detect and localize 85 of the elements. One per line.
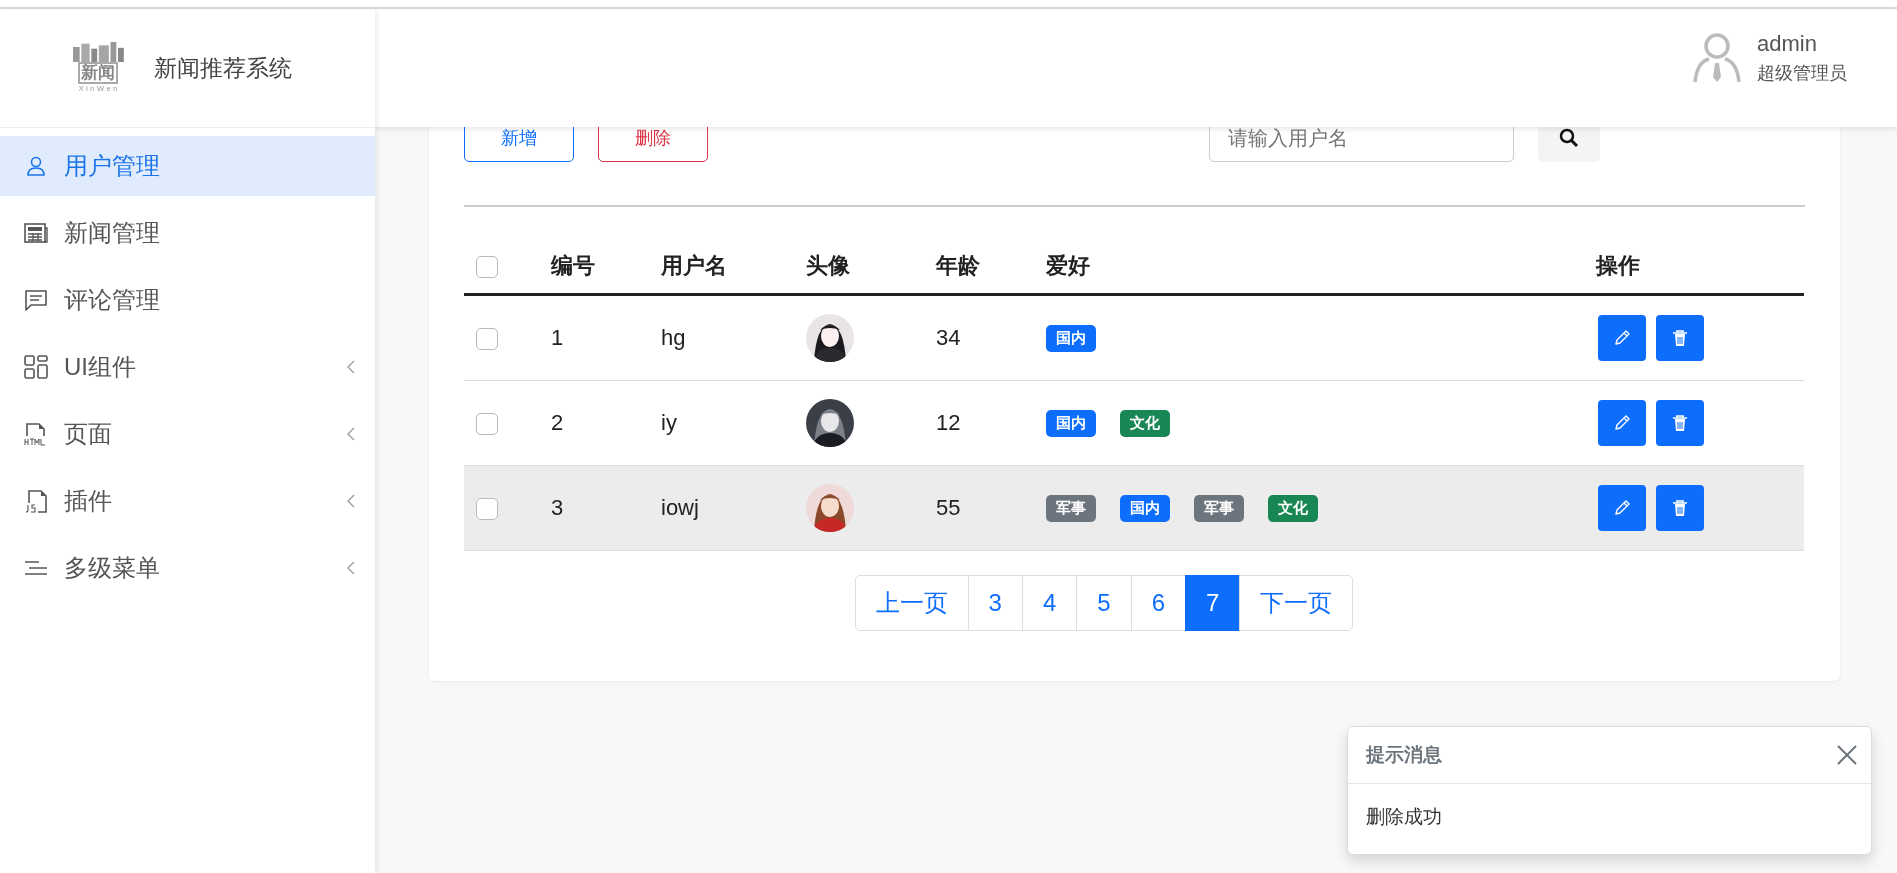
- edit-button[interactable]: [1598, 400, 1646, 446]
- toast-message: 删除成功: [1365, 805, 1443, 829]
- app-title: 新闻推荐系统: [154, 53, 292, 83]
- sidebar-item-label: 用户管理: [64, 151, 161, 181]
- close-button[interactable]: [1837, 745, 1857, 765]
- sidebar-item[interactable]: 多级菜单: [0, 538, 375, 598]
- search-icon: [1559, 128, 1579, 148]
- tag: 国内: [1046, 409, 1096, 437]
- checkbox[interactable]: [476, 498, 498, 521]
- page-link[interactable]: 5: [1076, 575, 1132, 631]
- sidebar-item-label: UI组件: [64, 352, 137, 382]
- column-header: 头像: [806, 253, 850, 278]
- list-icon: [24, 558, 48, 578]
- trash-icon: [1671, 414, 1689, 432]
- newspaper-icon: [24, 222, 48, 244]
- table-cell: 55: [936, 495, 961, 520]
- table-cell: 3: [551, 495, 564, 520]
- table-cell: iy: [661, 410, 677, 435]
- delete-row-button[interactable]: [1656, 400, 1704, 446]
- search-field[interactable]: 请输入用户名: [1209, 127, 1514, 162]
- edit-button[interactable]: [1598, 485, 1646, 531]
- html-file-icon: [24, 422, 48, 446]
- close-icon: [1837, 745, 1857, 765]
- trash-icon: [1671, 499, 1689, 517]
- user-role: 超级管理员: [1757, 62, 1847, 85]
- page-link[interactable]: 7: [1185, 575, 1241, 631]
- logo-text: 新闻: [78, 62, 118, 84]
- pencil-icon: [1613, 414, 1631, 432]
- edit-button[interactable]: [1598, 315, 1646, 361]
- sidebar-item[interactable]: 评论管理: [0, 270, 375, 330]
- column-header: 操作: [1596, 253, 1640, 278]
- delete-row-button[interactable]: [1656, 315, 1704, 361]
- sidebar-item[interactable]: 插件: [0, 471, 375, 531]
- table-cell: 1: [551, 325, 564, 350]
- table-cell: 12: [936, 410, 961, 435]
- caret-icon: [347, 427, 355, 441]
- table-cell: 34: [936, 325, 961, 350]
- pencil-icon: [1613, 329, 1631, 347]
- previous-page-link[interactable]: 上一页: [854, 575, 969, 631]
- caret-icon: [347, 494, 355, 508]
- column-header: 用户名: [661, 253, 727, 278]
- table-cell: iowj: [661, 495, 699, 520]
- sidebar-item-label: 评论管理: [64, 285, 161, 315]
- skyline-icon: [71, 42, 125, 62]
- tag: 军事: [1194, 494, 1244, 522]
- sidebar-item-label: 新闻管理: [64, 218, 161, 248]
- tag: 军事: [1046, 494, 1096, 522]
- tag: 文化: [1120, 409, 1170, 437]
- user-name: admin: [1757, 31, 1818, 57]
- sidebar-item-label: 插件: [64, 486, 113, 516]
- grid-icon: [24, 355, 48, 379]
- column-header: 爱好: [1046, 253, 1090, 278]
- sidebar-item[interactable]: UI组件: [0, 337, 375, 397]
- user-icon: [25, 155, 47, 177]
- table-cell: 2: [551, 410, 564, 435]
- page-link[interactable]: 4: [1021, 575, 1078, 631]
- sidebar-item[interactable]: 用户管理: [0, 136, 375, 196]
- checkbox[interactable]: [476, 256, 498, 279]
- delete-button[interactable]: 删除: [598, 127, 708, 162]
- search-button[interactable]: [1538, 127, 1600, 162]
- pencil-icon: [1613, 499, 1631, 517]
- column-header: 年龄: [936, 253, 980, 278]
- checkbox[interactable]: [476, 413, 498, 436]
- page-link[interactable]: 3: [967, 575, 1023, 631]
- caret-icon: [347, 360, 355, 374]
- tag: 国内: [1046, 324, 1096, 352]
- sidebar-item[interactable]: 页面: [0, 404, 375, 464]
- tag: 文化: [1268, 494, 1318, 522]
- toast-title: 提示消息: [1366, 743, 1442, 767]
- checkbox[interactable]: [476, 328, 498, 351]
- column-header: 编号: [551, 253, 595, 278]
- table-cell: hg: [661, 325, 686, 350]
- delete-row-button[interactable]: [1656, 485, 1704, 531]
- caret-icon: [347, 561, 355, 575]
- sidebar-item-label: 多级菜单: [64, 553, 161, 583]
- next-page-link[interactable]: 下一页: [1239, 575, 1354, 631]
- trash-icon: [1671, 329, 1689, 347]
- tag: 国内: [1120, 494, 1170, 522]
- user-avatar-icon: [1693, 32, 1741, 84]
- js-file-icon: [24, 489, 48, 513]
- add-button[interactable]: 新增: [464, 127, 574, 162]
- page-link[interactable]: 6: [1130, 575, 1187, 631]
- sidebar-item[interactable]: 新闻管理: [0, 203, 375, 263]
- chat-icon: [24, 289, 48, 311]
- sidebar-item-label: 页面: [64, 419, 113, 449]
